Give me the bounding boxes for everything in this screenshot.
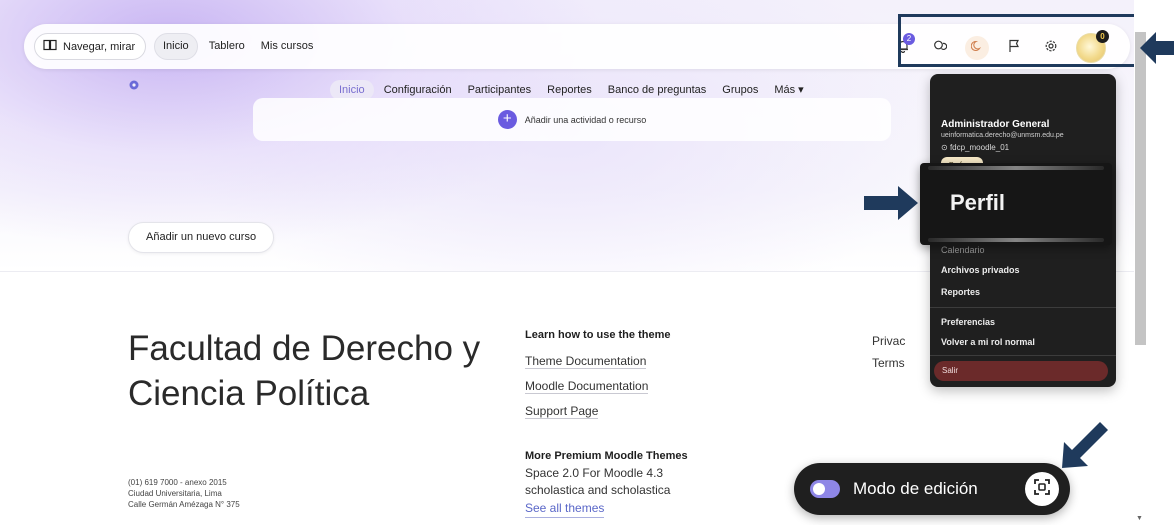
profile-menu-item-zoom[interactable]: Perfil — [920, 163, 1112, 245]
scroll-down-arrow-icon[interactable]: ▼ — [1136, 515, 1143, 522]
menu-divider — [930, 355, 1116, 356]
primary-nav: Inicio Tablero Mis cursos — [154, 33, 318, 60]
user-username: ⊙ fdcp_moodle_01 — [941, 143, 1009, 152]
tab-reportes[interactable]: Reportes — [541, 80, 598, 100]
learn-heading: Learn how to use the theme — [525, 329, 671, 341]
menu-divider — [930, 307, 1116, 308]
menu-item-volver-rol[interactable]: Volver a mi rol normal — [941, 337, 1035, 347]
address-line: Ciudad Universitaria, Lima — [128, 489, 222, 498]
tab-banco-preguntas[interactable]: Banco de preguntas — [602, 80, 712, 100]
tab-participantes[interactable]: Participantes — [462, 80, 538, 100]
premium-theme-line[interactable]: Space 2.0 For Moodle 4.3 — [525, 465, 765, 482]
link-support-page[interactable]: Support Page — [525, 404, 599, 419]
nav-link-inicio[interactable]: Inicio — [154, 33, 198, 60]
menu-item-preferencias[interactable]: Preferencias — [941, 317, 995, 327]
link-theme-docs[interactable]: Theme Documentation — [525, 354, 647, 369]
menu-item-reportes[interactable]: Reportes — [941, 287, 980, 297]
annotation-arrow-down-left-icon — [1062, 422, 1108, 468]
focus-mode-button[interactable] — [1025, 472, 1059, 506]
terms-link[interactable]: Terms — [872, 356, 905, 370]
tab-configuracion[interactable]: Configuración — [378, 80, 458, 100]
scrollbar-thumb[interactable] — [1135, 32, 1146, 345]
privacy-link[interactable]: Privac — [872, 334, 905, 348]
clock-icon: ⊙ — [941, 143, 950, 152]
drawer-toggle-button[interactable]: Navegar, mirar — [34, 33, 147, 60]
blurred-menu-row — [928, 166, 1104, 170]
see-all-themes-link[interactable]: See all themes — [525, 500, 605, 518]
course-secondary-nav: Inicio Configuración Participantes Repor… — [330, 80, 810, 100]
plus-icon: + — [497, 110, 517, 129]
edit-mode-toggle[interactable] — [810, 480, 840, 498]
edit-mode-label: Modo de edición — [853, 479, 978, 498]
footer-address: (01) 619 7000 - anexo 2015 Ciudad Univer… — [128, 477, 240, 510]
edit-mode-control: Modo de edición — [794, 463, 1070, 515]
address-line: Calle Germán Amézaga N° 375 — [128, 500, 240, 509]
footer-learn-column: Learn how to use the theme Theme Documen… — [525, 329, 745, 428]
premium-heading: More Premium Moodle Themes — [525, 450, 688, 462]
address-line: (01) 619 7000 - anexo 2015 — [128, 478, 227, 487]
annotation-arrow-right-icon — [864, 186, 918, 220]
annotation-highlight-box — [898, 14, 1138, 67]
tab-inicio[interactable]: Inicio — [330, 80, 374, 100]
nav-link-tablero[interactable]: Tablero — [204, 33, 250, 60]
annotation-arrow-left-icon — [1140, 32, 1174, 64]
add-new-course-button[interactable]: Añadir un nuevo curso — [128, 222, 275, 253]
faculty-title: Facultad de Derecho y Ciencia Política — [128, 329, 481, 413]
tab-mas[interactable]: Más ▾ — [768, 80, 809, 100]
course-settings-gear-icon[interactable] — [128, 78, 140, 96]
logout-button[interactable]: Salir — [934, 361, 1108, 381]
focus-frame-icon — [1033, 478, 1051, 501]
menu-item-calendario[interactable]: Calendario — [941, 245, 985, 255]
footer-legal-column: Privac Terms — [872, 334, 905, 378]
username-text: fdcp_moodle_01 — [949, 143, 1010, 152]
add-activity-button[interactable]: + Añadir una actividad o recurso — [253, 98, 891, 141]
user-email: ueinformatica.derecho@unmsm.edu.pe — [941, 132, 1064, 139]
menu-item-archivos-privados[interactable]: Archivos privados — [941, 265, 1020, 275]
link-moodle-docs[interactable]: Moodle Documentation — [525, 379, 649, 394]
tab-grupos[interactable]: Grupos — [716, 80, 764, 100]
book-open-icon — [43, 39, 57, 54]
blurred-menu-row — [928, 238, 1104, 242]
profile-label: Perfil — [950, 190, 1006, 215]
footer-premium-column: More Premium Moodle Themes Space 2.0 For… — [525, 450, 765, 518]
add-activity-label: Añadir una actividad o recurso — [524, 114, 647, 125]
drawer-toggle-label: Navegar, mirar — [63, 40, 136, 53]
nav-link-mis-cursos[interactable]: Mis cursos — [256, 33, 319, 60]
user-full-name: Administrador General — [941, 119, 1050, 130]
premium-theme-line[interactable]: scholastica and scholastica — [525, 482, 765, 499]
